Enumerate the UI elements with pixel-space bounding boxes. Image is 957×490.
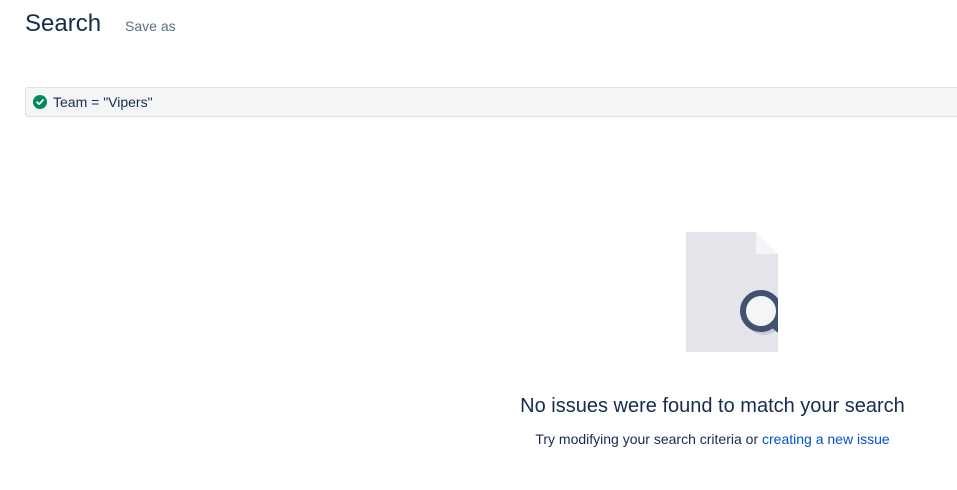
jql-query-text[interactable]: Team = "Vipers" — [53, 94, 153, 110]
jql-query-bar[interactable]: Team = "Vipers" — [25, 87, 957, 117]
save-as-button[interactable]: Save as — [125, 18, 176, 34]
check-circle-icon — [33, 95, 47, 109]
empty-state-description: Try modifying your search criteria or cr… — [500, 431, 925, 447]
create-issue-link[interactable]: creating a new issue — [762, 431, 890, 447]
page-title: Search — [25, 10, 102, 37]
page-header: Search Save as — [25, 10, 176, 38]
empty-state-title: No issues were found to match your searc… — [520, 395, 905, 417]
empty-state-description-text: Try modifying your search criteria or — [535, 431, 763, 447]
search-page: Search Save as Team = "Vipers" No issues… — [0, 0, 957, 490]
document-search-icon — [685, 232, 778, 352]
empty-state: No issues were found to match your searc… — [500, 232, 925, 447]
